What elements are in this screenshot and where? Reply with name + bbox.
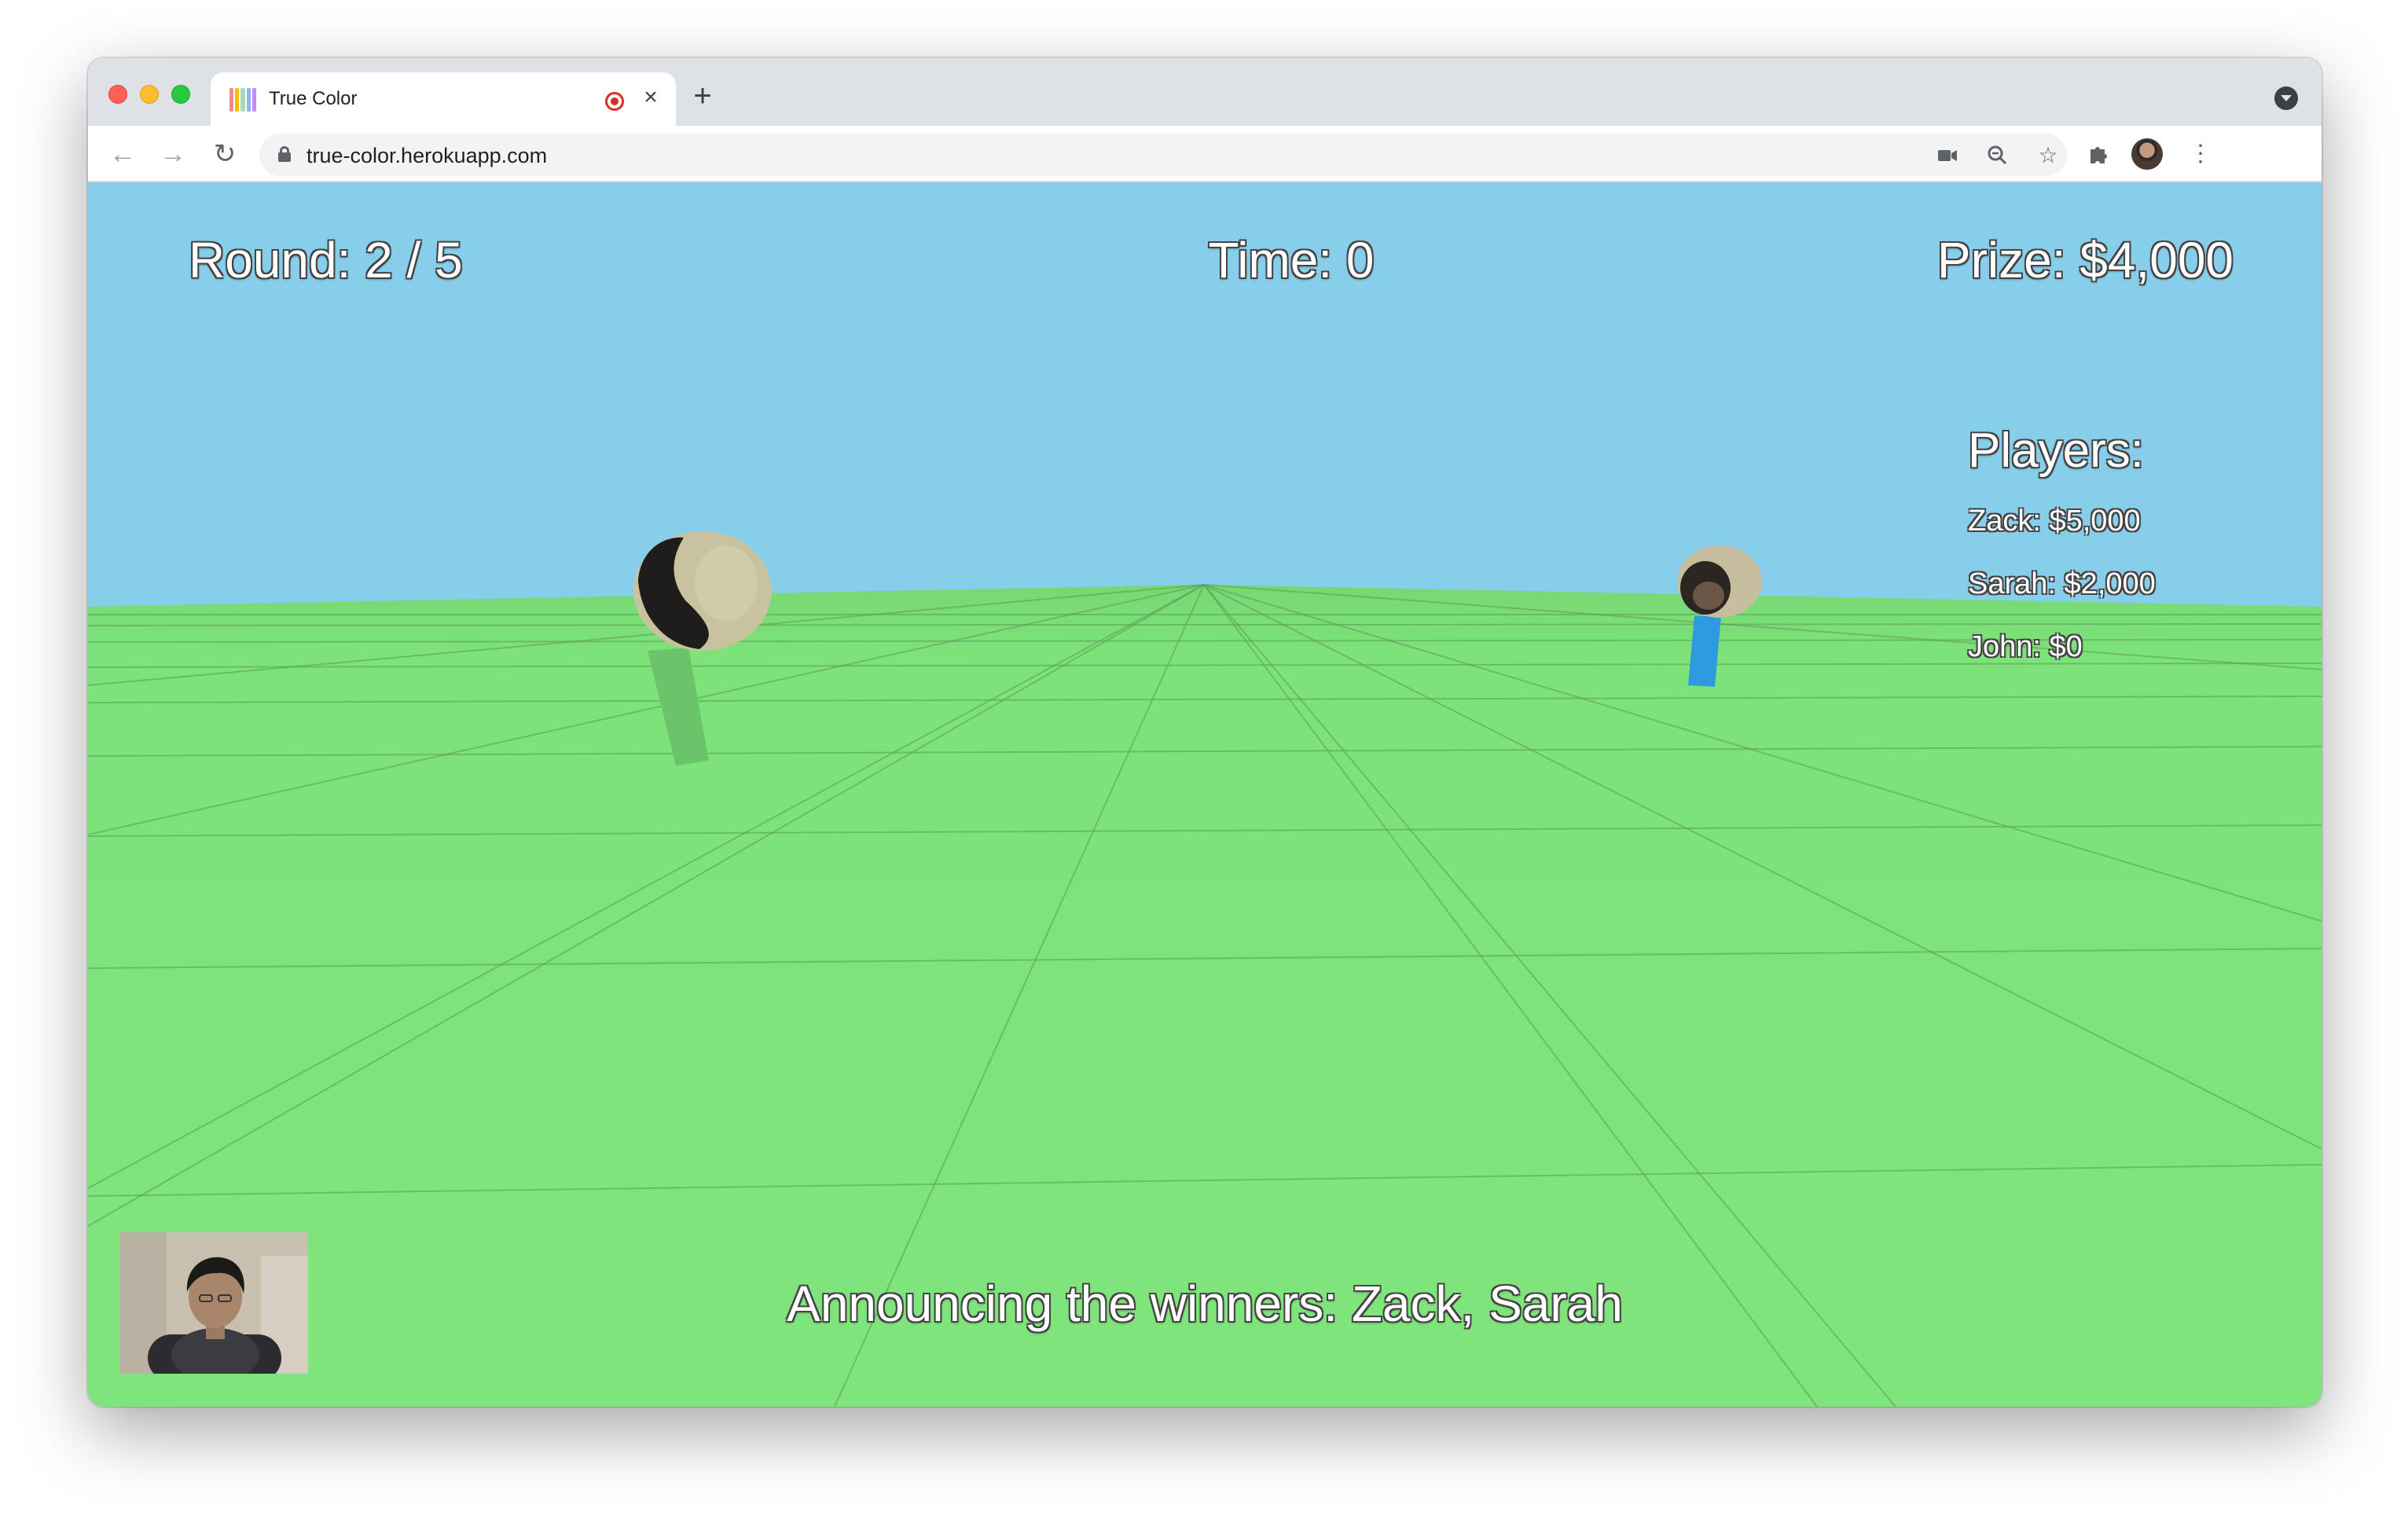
tab-true-color[interactable]: True Color × [211,72,676,127]
rainbow-favicon-icon [229,88,257,112]
minimize-window-button[interactable] [140,85,159,104]
tab-search-icon[interactable] [2274,86,2298,110]
close-tab-icon[interactable]: × [638,85,663,110]
bookmark-star-icon[interactable]: ☆ [2034,141,2062,170]
browser-toolbar: ← → ↻ true-color.herokuapp.com ☆ ⋮ [88,126,2322,182]
lock-icon[interactable] [278,146,291,162]
reload-icon[interactable]: ↻ [207,137,242,171]
maximize-window-button[interactable] [171,85,190,104]
game-viewport[interactable]: Round: 2 / 5 Time: 0 Prize: $4,000 Playe… [88,182,2322,1407]
extensions-puzzle-icon[interactable] [2083,138,2114,170]
close-window-button[interactable] [108,85,127,104]
url-text[interactable]: true-color.herokuapp.com [307,144,547,168]
more-menu-icon[interactable]: ⋮ [2185,138,2216,170]
player-row-sarah: Sarah: $2,000 [1968,567,2156,600]
time-remaining: Time: 0 [1208,232,1375,288]
profile-avatar-icon[interactable] [2131,138,2163,170]
address-bar[interactable]: true-color.herokuapp.com ☆ [259,134,2067,176]
camera-in-use-icon[interactable] [1933,141,1962,170]
round-counter: Round: 2 / 5 [189,232,463,288]
webcam-preview [119,1232,308,1374]
player-row-zack: Zack: $5,000 [1968,505,2141,538]
zoom-icon[interactable] [1984,141,2012,170]
players-list: Zack: $5,000 Sarah: $2,000 John: $0 [1968,505,2156,693]
winner-announcement: Announcing the winners: Zack, Sarah [787,1275,1623,1332]
players-heading: Players: [1968,424,2144,478]
prize-amount: Prize: $4,000 [1936,232,2234,288]
3d-scene[interactable] [88,182,2322,1407]
back-arrow-icon[interactable]: ← [105,137,140,171]
browser-window: True Color × + ← → ↻ true-color.herokuap… [88,58,2322,1407]
player-row-john: John: $0 [1968,630,2083,663]
new-tab-icon[interactable]: + [687,80,718,113]
forward-arrow-icon[interactable]: → [156,137,190,171]
recording-icon [605,92,624,111]
tab-strip: True Color × + [88,58,2322,127]
tab-title: True Color [269,88,358,109]
